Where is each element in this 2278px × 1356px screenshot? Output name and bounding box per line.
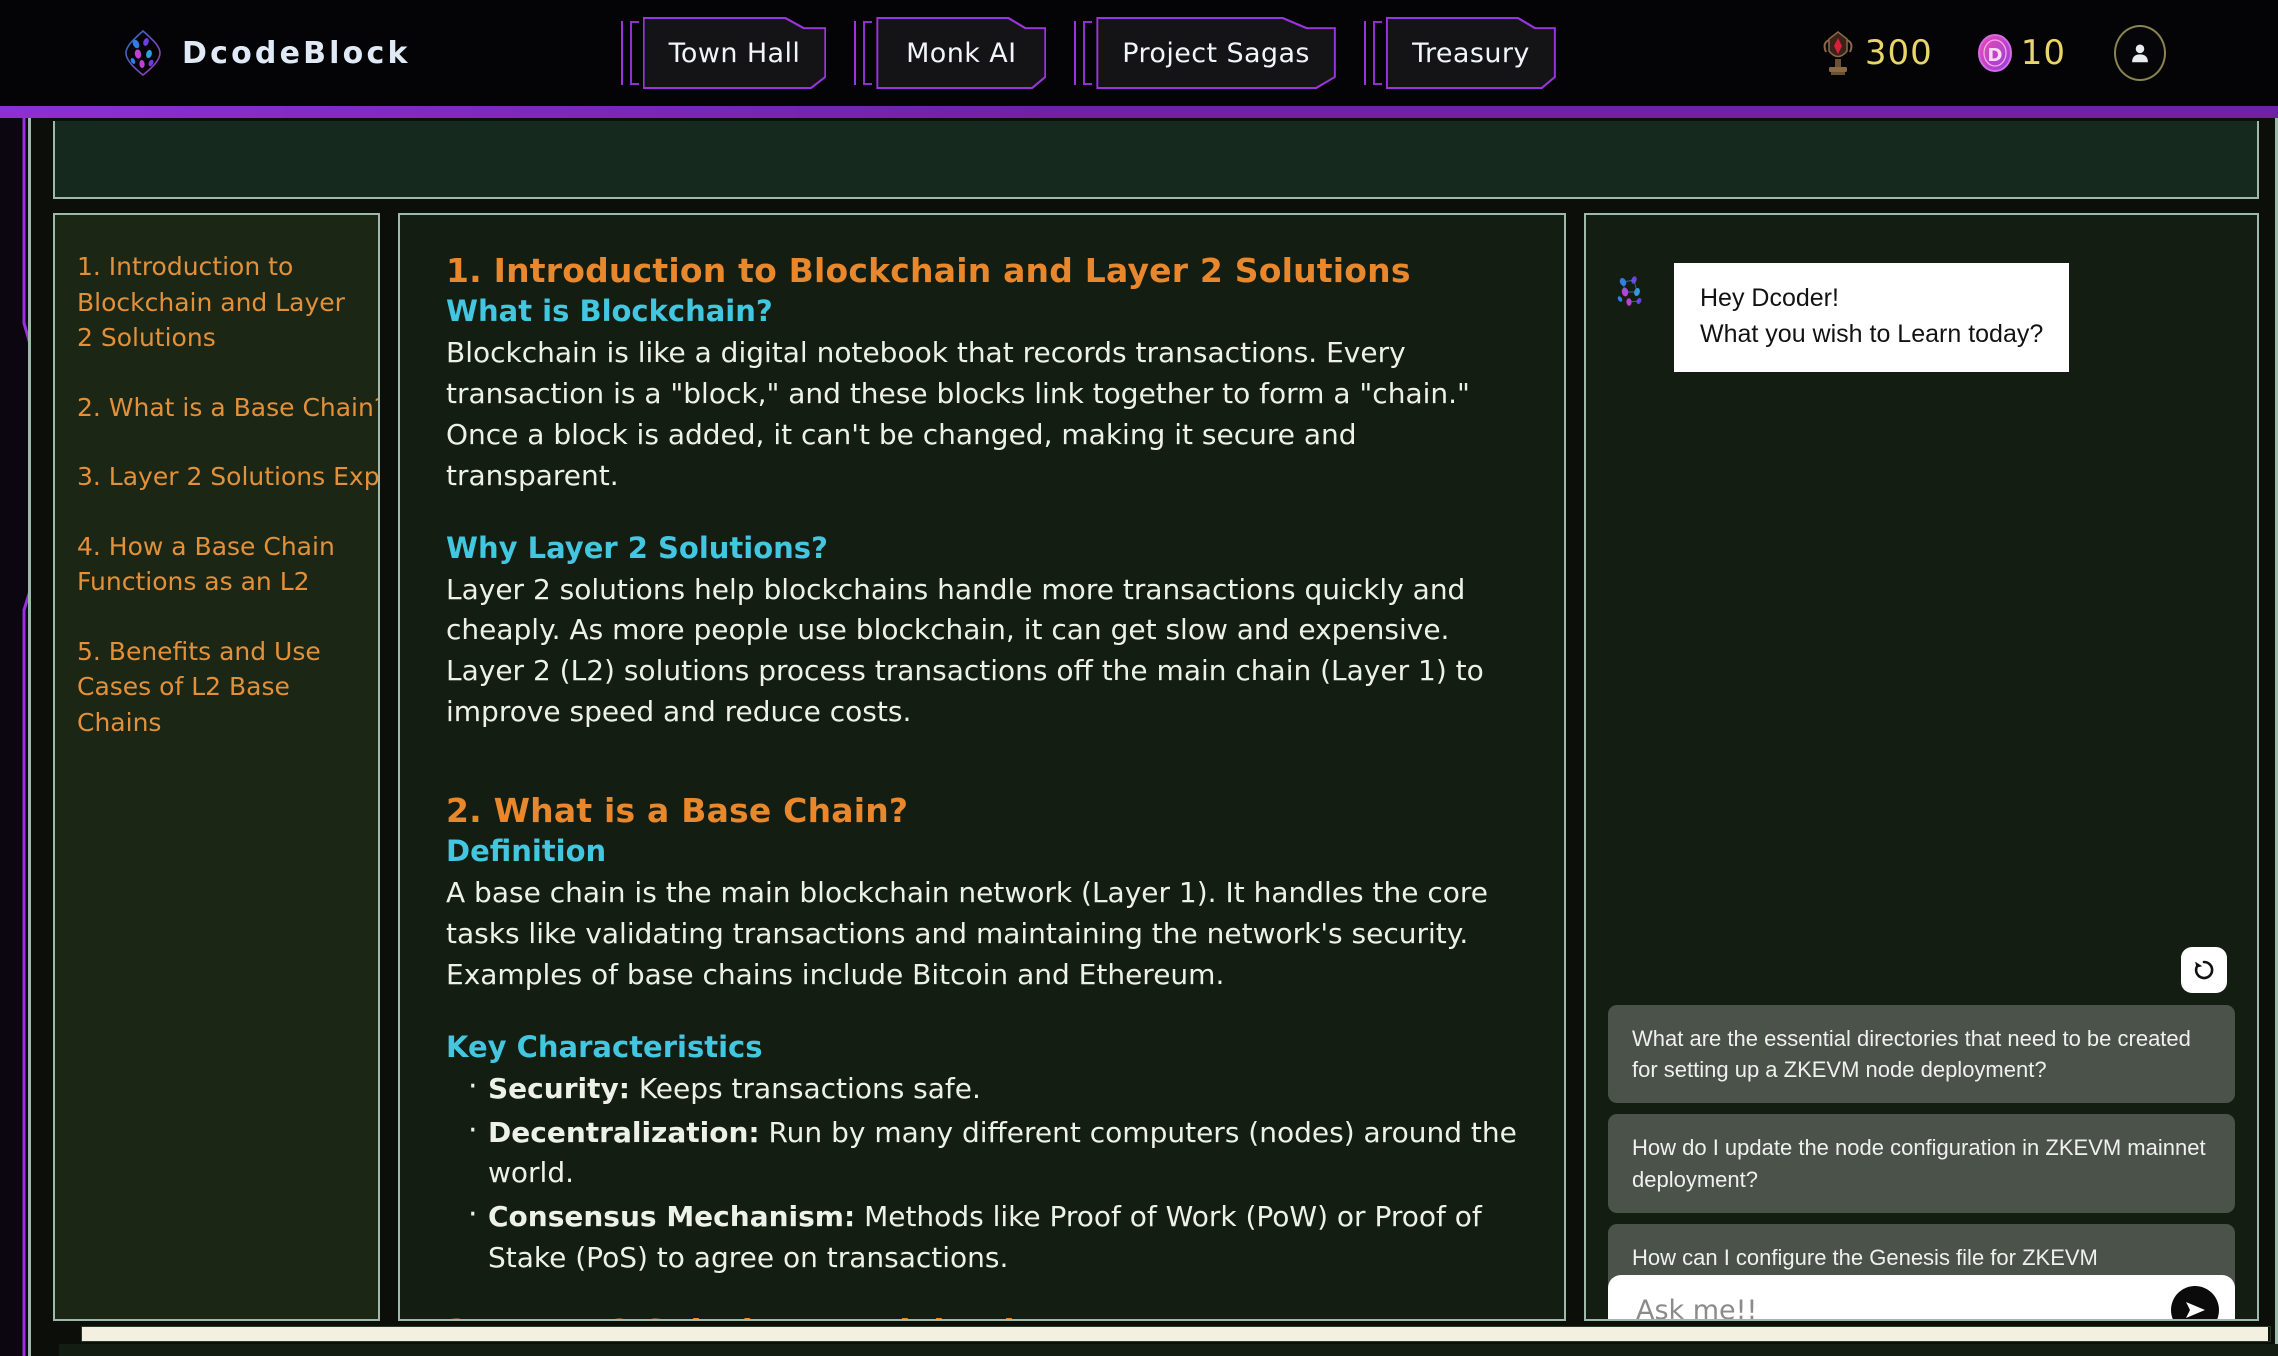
sidebar-item-1[interactable]: 1. Introduction to Blockchain and Layer …	[77, 249, 356, 356]
suggestion-chip-1[interactable]: What are the essential directories that …	[1608, 1005, 2235, 1104]
horizontal-scrollbar-track[interactable]	[81, 1326, 2271, 1342]
suggestion-chip-2[interactable]: How do I update the node configuration i…	[1608, 1114, 2235, 1213]
paragraph-base-chain-definition: A base chain is the main blockchain netw…	[446, 876, 1489, 991]
brand-logo[interactable]: DcodeBlock	[122, 29, 411, 77]
nav-tab-label: Treasury	[1412, 37, 1530, 69]
chat-message-list: Hey Dcoder! What you wish to Learn today…	[1586, 235, 2257, 915]
greeting-line-1: Hey Dcoder!	[1700, 284, 1839, 312]
dcodeblock-bot-icon	[1610, 269, 1652, 313]
content-frame: 1. Introduction to Blockchain and Layer …	[28, 118, 2278, 1356]
tab-bracket-decor	[1372, 21, 1382, 85]
list-item-text: Keeps transactions safe.	[629, 1071, 981, 1105]
restore-history-button[interactable]	[2181, 947, 2227, 993]
trophy-value: 300	[1864, 33, 1933, 73]
brand-name: DcodeBlock	[182, 35, 411, 71]
coin-value: 10	[2020, 33, 2066, 73]
chat-bubble-greeting: Hey Dcoder! What you wish to Learn today…	[1674, 263, 2070, 372]
list-item-term: Security:	[488, 1071, 630, 1105]
horizontal-scrollbar-thumb[interactable]	[82, 1327, 2268, 1341]
top-status-panel	[53, 121, 2259, 199]
section-heading-1: 1. Introduction to Blockchain and Layer …	[446, 251, 1411, 290]
bottom-strip	[59, 1344, 2278, 1356]
page-stage: 1. Introduction to Blockchain and Layer …	[0, 118, 2278, 1356]
sidebar-item-2[interactable]: 2. What is a Base Chain?	[77, 390, 378, 426]
paragraph-why-layer-2: Layer 2 solutions help blockchains handl…	[446, 572, 1484, 729]
section-heading-2: 2. What is a Base Chain?	[446, 791, 909, 830]
ai-chat-panel: Hey Dcoder! What you wish to Learn today…	[1584, 213, 2259, 1321]
header-purple-rule-highlight	[0, 106, 1060, 118]
nav-tab-town-hall[interactable]: Town Hall	[620, 17, 827, 89]
nav-tab-monk-ai[interactable]: Monk AI	[854, 17, 1047, 89]
main-navigation: Town Hall Monk AI Project Sagas Treasury	[620, 17, 1556, 89]
sidebar-item-3[interactable]: 3. Layer 2 Solutions Explained	[77, 459, 378, 495]
sidebar-item-4[interactable]: 4. How a Base Chain Functions as an L2	[77, 529, 356, 600]
sidebar-item-5[interactable]: 5. Benefits and Use Cases of L2 Base Cha…	[77, 634, 356, 741]
article-content-panel[interactable]: 1. Introduction to Blockchain and Layer …	[398, 213, 1566, 1321]
key-characteristics-list: Security: Keeps transactions safe. Decen…	[446, 1065, 1524, 1279]
nav-tab-project-sagas[interactable]: Project Sagas	[1074, 17, 1336, 89]
app-header: DcodeBlock Town Hall Monk AI Project Sag…	[0, 0, 2278, 106]
list-item: Security: Keeps transactions safe.	[446, 1065, 1524, 1110]
nav-tab-label: Town Hall	[668, 37, 801, 69]
user-avatar-button[interactable]	[2114, 25, 2166, 81]
subheading-definition-base-chain: Definition	[446, 834, 607, 868]
suggested-questions: What are the essential directories that …	[1608, 1005, 2235, 1319]
list-item: Decentralization: Run by many different …	[446, 1109, 1524, 1195]
tab-bracket-decor	[863, 21, 873, 85]
list-item-term: Consensus Mechanism:	[488, 1200, 856, 1234]
svg-text:D: D	[1987, 45, 2002, 66]
tab-bracket-decor	[1074, 21, 1078, 85]
list-item: Consensus Mechanism: Methods like Proof …	[446, 1193, 1524, 1279]
user-avatar-icon	[2132, 44, 2148, 63]
table-of-contents-panel: 1. Introduction to Blockchain and Layer …	[53, 213, 380, 1321]
send-button[interactable]	[2171, 1286, 2219, 1319]
list-item-term: Decentralization:	[488, 1115, 760, 1149]
header-stats: 300 D 10	[1817, 25, 2166, 81]
subheading-key-characteristics: Key Characteristics	[446, 1029, 763, 1064]
dcoin-icon: D	[1975, 31, 2015, 75]
chat-message-bot: Hey Dcoder! What you wish to Learn today…	[1610, 263, 2233, 372]
send-icon	[2186, 1302, 2205, 1318]
coin-stat[interactable]: D 10	[1947, 31, 2066, 75]
trophy-icon	[1817, 29, 1859, 77]
chat-composer	[1608, 1275, 2235, 1319]
tab-bracket-decor	[620, 21, 625, 85]
tab-bracket-decor	[629, 21, 639, 85]
chat-input[interactable]	[1636, 1294, 2171, 1319]
section-heading-3: 3. Layer 2 Solutions Explained	[446, 1312, 1524, 1319]
main-body-row: 1. Introduction to Blockchain and Layer …	[53, 213, 2259, 1321]
tab-bracket-decor	[1363, 21, 1368, 85]
nav-tab-label: Monk AI	[906, 37, 1017, 69]
tab-bracket-decor	[854, 21, 858, 85]
restore-history-icon	[2194, 960, 2214, 980]
greeting-line-2: What you wish to Learn today?	[1700, 319, 2044, 348]
nav-tab-treasury[interactable]: Treasury	[1363, 17, 1556, 89]
dcodeblock-logo-icon	[122, 29, 164, 77]
subheading-why-layer-2: Why Layer 2 Solutions?	[446, 530, 828, 565]
trophy-stat[interactable]: 300	[1817, 29, 1933, 77]
tab-bracket-decor	[1083, 21, 1093, 85]
paragraph-what-is-blockchain: Blockchain is like a digital notebook th…	[446, 336, 1470, 492]
subheading-what-is-blockchain: What is Blockchain?	[446, 294, 773, 328]
nav-tab-label: Project Sagas	[1122, 37, 1310, 69]
